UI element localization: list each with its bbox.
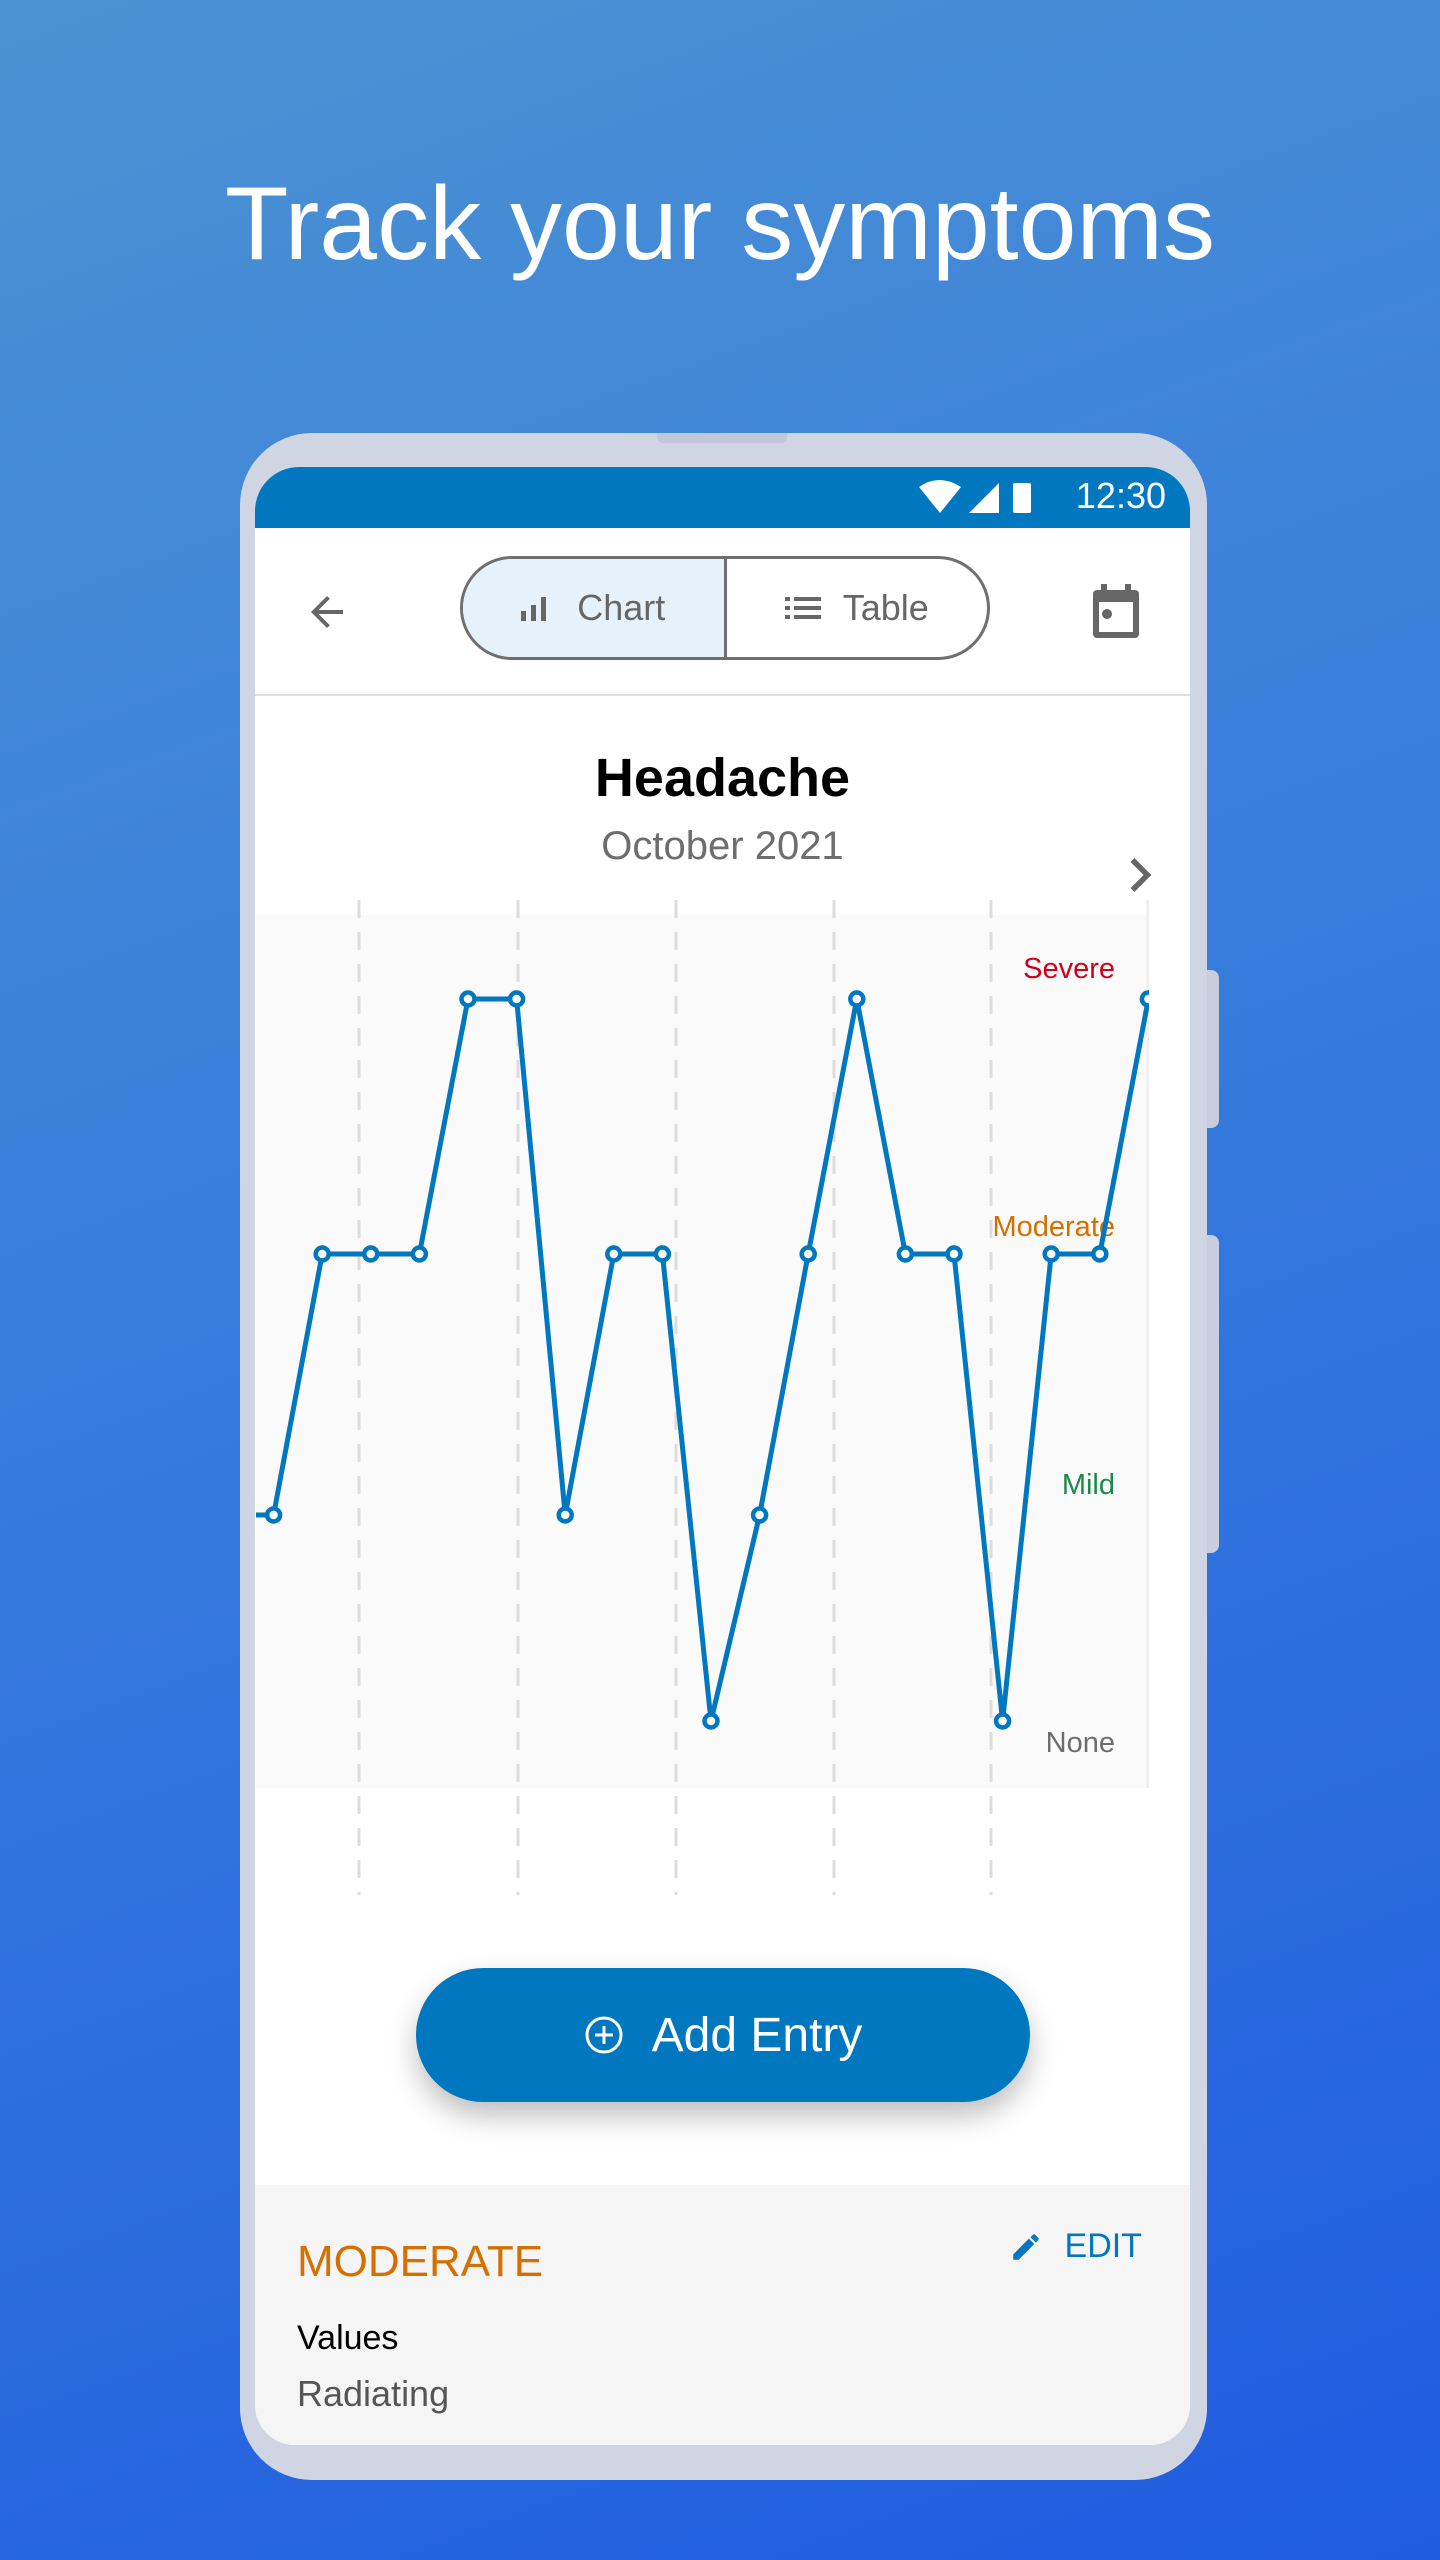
chevron-right-icon[interactable] [1125, 855, 1155, 895]
status-time: 12:30 [1075, 475, 1166, 516]
data-point[interactable] [799, 1245, 817, 1263]
status-icons [919, 480, 1031, 513]
phone-speaker [657, 433, 787, 443]
list-icon [784, 597, 821, 619]
values-value: Radiating [297, 2373, 450, 2414]
chart-title: Headache [594, 748, 851, 808]
data-point[interactable] [993, 1712, 1012, 1730]
data-point[interactable] [848, 990, 866, 1008]
bar-chart-icon [521, 597, 547, 621]
data-point[interactable] [1139, 990, 1149, 1008]
data-point[interactable] [459, 990, 477, 1008]
tab-table[interactable]: Table [727, 559, 988, 657]
data-point[interactable] [1091, 1245, 1109, 1263]
phone-side-button [1207, 970, 1219, 1128]
add-entry-label: Add Entry [651, 2008, 863, 2062]
y-level-label: Mild [1062, 1469, 1115, 1501]
pencil-icon [1012, 2233, 1039, 2260]
data-point[interactable] [945, 1245, 963, 1263]
y-level-label: Moderate [992, 1211, 1115, 1243]
signal-icon [969, 483, 999, 513]
wifi-icon [919, 480, 961, 513]
data-point[interactable] [896, 1245, 915, 1263]
data-point[interactable] [313, 1245, 331, 1263]
data-point[interactable] [750, 1506, 769, 1524]
severity-chart: None Mild Moderate Severe [256, 900, 1149, 1895]
headline: Track your symptoms [224, 166, 1216, 282]
add-entry-button[interactable]: Add Entry [416, 1968, 1030, 2102]
y-level-label: None [1046, 1727, 1115, 1759]
data-point[interactable] [556, 1506, 574, 1524]
data-point[interactable] [410, 1245, 429, 1263]
app-screen: 12:30 Chart Table Headache October 2021 … [255, 467, 1190, 2445]
toolbar: Chart Table [255, 528, 1190, 696]
data-point[interactable] [362, 1245, 380, 1263]
tab-label: Table [842, 587, 929, 628]
arrow-left-icon[interactable] [303, 588, 351, 636]
values-label: Values [297, 2319, 399, 2357]
phone-side-button [1207, 1235, 1219, 1553]
tab-label: Chart [577, 587, 666, 628]
calendar-icon[interactable] [1091, 584, 1141, 640]
severity-label: MODERATE [297, 2237, 544, 2286]
plus-circle-icon [585, 2016, 623, 2054]
data-point[interactable] [264, 1506, 283, 1524]
data-point[interactable] [507, 990, 526, 1008]
entry-detail-panel: MODERATE EDIT Values Radiating [255, 2185, 1190, 2445]
data-point[interactable] [702, 1712, 720, 1730]
data-point[interactable] [1042, 1245, 1060, 1263]
y-level-label: Severe [1023, 953, 1115, 985]
data-point[interactable] [605, 1245, 623, 1263]
data-point[interactable] [653, 1245, 672, 1263]
edit-label: EDIT [1064, 2227, 1142, 2265]
tab-chart[interactable]: Chart [463, 559, 727, 657]
status-bar: 12:30 [255, 467, 1190, 528]
battery-icon [1013, 483, 1031, 513]
chart-month: October 2021 [601, 824, 844, 868]
edit-button[interactable]: EDIT [1009, 2227, 1142, 2266]
view-toggle: Chart Table [460, 556, 990, 660]
